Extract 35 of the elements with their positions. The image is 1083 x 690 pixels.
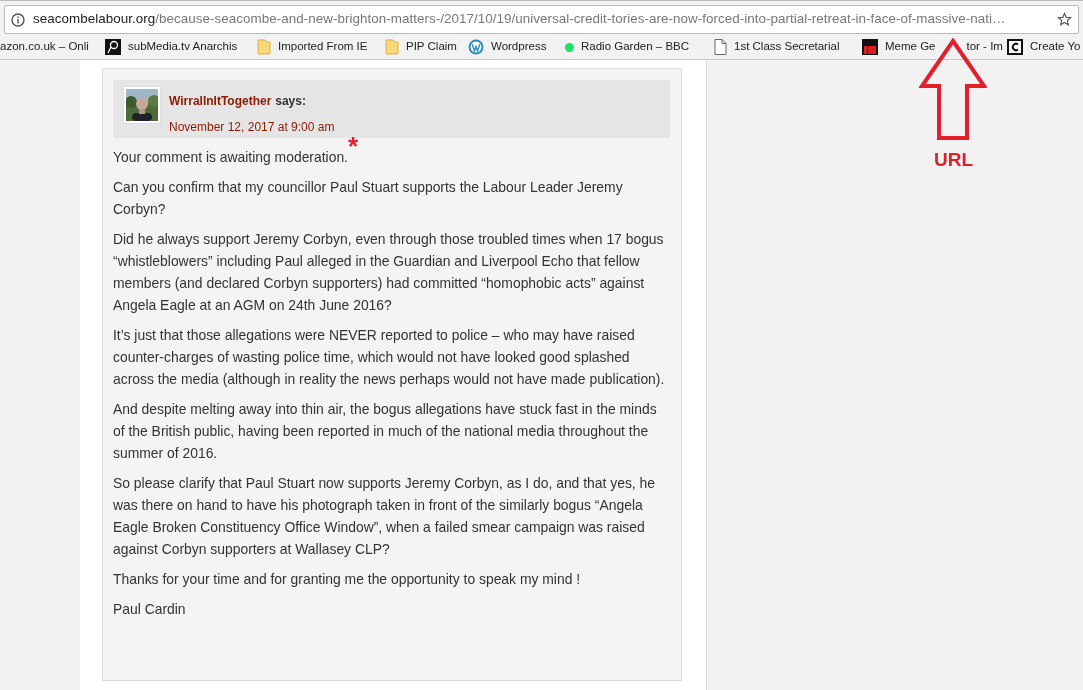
annotation-label: URL xyxy=(934,149,974,171)
logo-icon xyxy=(105,39,121,55)
comment-paragraph: It’s just that those allegations were NEVER reported to police – who may have raised counter-charges of wasting police time, which would not have looked good splashed across the media (although in reality the news perhaps would not have made publication). xyxy=(113,326,666,389)
comment-paragraph: And despite melting away into thin air, the bogus allegations have stuck fast in the minds of the British public, having been reported in much of the national media throughout the summer of 2016. xyxy=(113,400,658,463)
bookmark-link[interactable]: PIP Claim xyxy=(406,38,457,56)
comment-paragraph: Thanks for your time and for granting me the opportunity to speak my mind ! xyxy=(113,570,582,589)
square-icon xyxy=(1007,39,1023,55)
comment-paragraph: Did he always support Jeremy Corbyn, even through those troubled times when 17 bogus “whistleblowers” including Paul alleged in the Guardian and Liverpool Echo that fellow members (and declared Corbyn supporters) had committed “homophobic acts” against Angela Eagle at an AGM on 24th June 2016? xyxy=(113,230,665,315)
bookmark-link[interactable]: 1st Class Secretarial xyxy=(734,38,840,56)
says-label: says: xyxy=(275,94,306,108)
comment-paragraph: Paul Cardin xyxy=(113,600,187,619)
author-link[interactable]: WirralInItTogether xyxy=(169,94,272,108)
address-bar[interactable]: seacombelabour.org/because-seacombe-and-new-brighton-matters-/2017/10/19/universal-credit-tories-are-now-forced-into-partial-retreat-in-face-of-massive-nati… xyxy=(4,5,1079,34)
annotation-asterisk: * xyxy=(348,131,359,161)
bookmark-link[interactable]: Create Yo xyxy=(1030,38,1081,56)
folder-icon xyxy=(385,39,399,55)
app-logo-icon xyxy=(862,39,878,55)
info-icon[interactable] xyxy=(11,12,25,27)
wordpress-icon xyxy=(468,39,484,55)
folder-icon xyxy=(257,39,271,55)
comment-paragraph: Can you confirm that my councillor Paul Stuart supports the Labour Leader Jeremy Corbyn? xyxy=(113,178,624,219)
bookmark-star-icon[interactable] xyxy=(1057,12,1072,27)
comment-date-link[interactable]: November 12, 2017 at 9:00 am xyxy=(169,119,335,134)
bookmark-link[interactable]: subMedia.tv Anarchis xyxy=(128,38,238,56)
bookmark-link[interactable]: Wordpress xyxy=(491,38,547,56)
bookmark-link[interactable]: azon.co.uk – Onli xyxy=(0,38,89,56)
bookmark-link[interactable]: Radio Garden – BBC xyxy=(581,38,690,56)
page-icon xyxy=(714,39,727,55)
bookmark-link[interactable]: Meme Ge xyxy=(885,38,936,56)
annotation-arrow-icon xyxy=(919,38,987,142)
url-text: seacombelabour.org/because-seacombe-and-new-brighton-matters-/2017/10/19/universal-credit-tories-are-now-forced-into-partial-retreat-in-face-of-massive-nati… xyxy=(33,10,1007,29)
bookmark-link[interactable]: Imported From IE xyxy=(278,38,368,56)
moderation-notice: Your comment is awaiting moderation. xyxy=(113,149,348,165)
bookmark-link[interactable]: tor - Im xyxy=(966,38,1003,56)
comment-paragraph: So please clarify that Paul Stuart now supports Jeremy Corbyn, as I do, and that yes, he was there on hand to have his photograph taken in front of the similarly bogus “Angela Eagle Broken Constituency Office Window”, when a failed smear campaign was raised against Corbyn supporters at Wallasey CLP? xyxy=(113,474,657,559)
